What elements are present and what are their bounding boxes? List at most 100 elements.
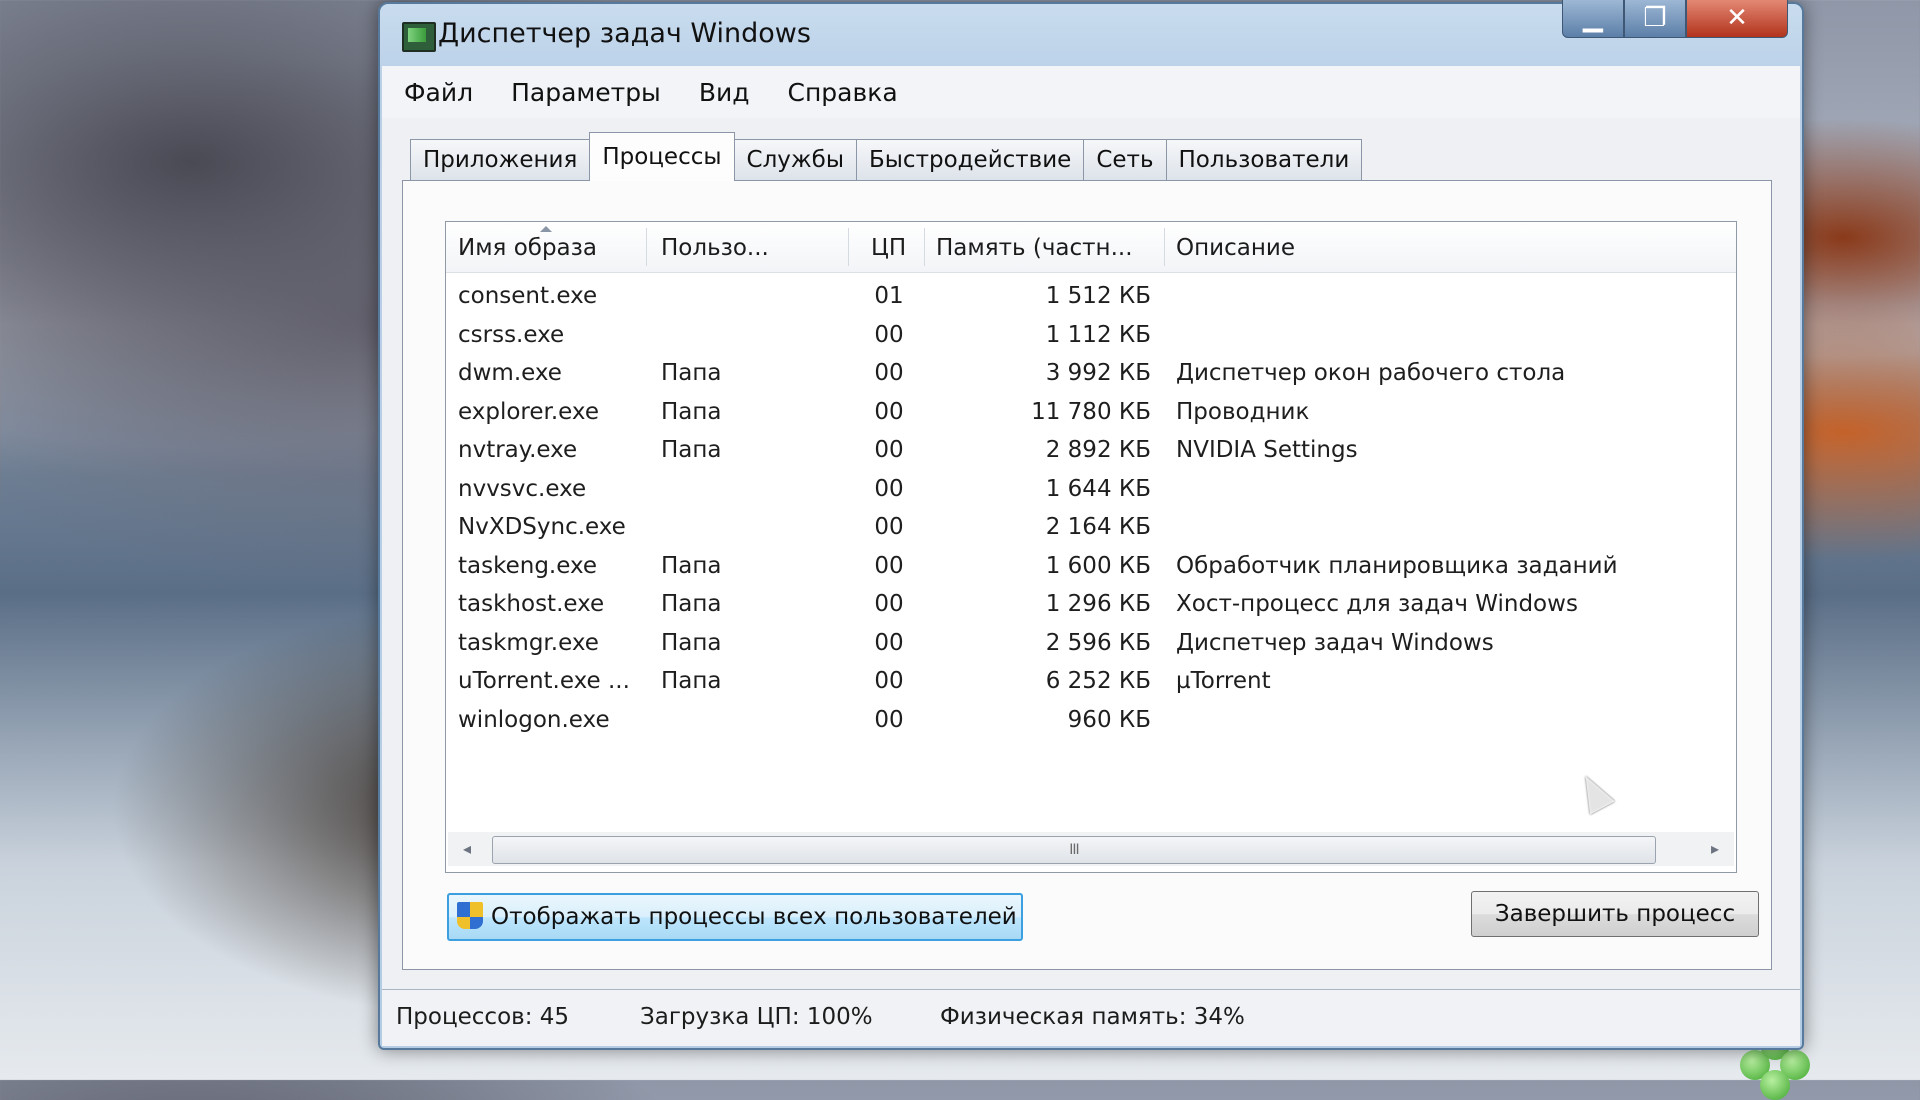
process-name: taskeng.exe — [458, 552, 598, 579]
task-manager-icon — [402, 22, 436, 52]
table-row[interactable]: dwm.exe Папа 00 3 992 КБ Диспетчер окон … — [446, 353, 1736, 392]
table-row[interactable]: uTorrent.exe ... Папа 00 6 252 КБ µTorre… — [446, 661, 1736, 700]
column-header-description[interactable]: Описание — [1176, 235, 1295, 261]
scrollbar-thumb[interactable]: III — [492, 836, 1656, 864]
column-divider[interactable] — [924, 228, 925, 266]
process-name: dwm.exe — [458, 360, 562, 386]
tab-strip: Приложения Процессы Службы Быстродействи… — [410, 132, 1363, 181]
process-user: Папа — [661, 552, 722, 579]
process-name: nvtray.exe — [458, 437, 578, 463]
horizontal-scrollbar[interactable]: ◂ III ▸ — [448, 832, 1734, 866]
maximize-button[interactable]: ❐ — [1624, 0, 1686, 38]
process-name: consent.exe — [458, 283, 598, 309]
process-description: Хост-процесс для задач Windows — [1176, 591, 1578, 617]
process-cpu: 00 — [874, 360, 904, 386]
menu-file[interactable]: Файл — [404, 78, 473, 107]
process-cpu: 00 — [874, 475, 904, 502]
sort-ascending-icon — [540, 226, 552, 232]
column-headers: Имя образа Пользо... ЦП Память (частн...… — [446, 222, 1736, 273]
status-bar: Процессов: 45 Загрузка ЦП: 100% Физическ… — [382, 989, 1800, 1046]
process-cpu: 00 — [874, 591, 904, 617]
process-name: NvXDSync.exe — [458, 514, 626, 540]
process-name: taskhost.exe — [458, 591, 605, 617]
column-header-user[interactable]: Пользо... — [661, 235, 769, 261]
client-area: Приложения Процессы Службы Быстродействи… — [382, 118, 1800, 990]
process-description: Обработчик планировщика заданий — [1176, 552, 1618, 579]
table-row[interactable]: nvtray.exe Папа 00 2 892 КБ NVIDIA Setti… — [446, 430, 1736, 469]
close-button[interactable]: ✕ — [1686, 0, 1788, 38]
table-row[interactable]: taskhost.exe Папа 00 1 296 КБ Хост-проце… — [446, 584, 1736, 623]
table-row[interactable]: nvvsvc.exe 00 1 644 КБ — [446, 469, 1736, 508]
minimize-button[interactable]: ▁ — [1562, 0, 1624, 38]
title-bar[interactable]: Диспетчер задач Windows ▁ ❐ ✕ — [380, 0, 1802, 64]
process-description: NVIDIA Settings — [1176, 437, 1358, 463]
tab-users[interactable]: Пользователи — [1165, 139, 1363, 180]
status-cpu-load: Загрузка ЦП: 100% — [640, 1004, 873, 1030]
process-name: uTorrent.exe ... — [458, 668, 630, 694]
process-memory: 3 992 КБ — [1045, 360, 1151, 386]
process-user: Папа — [661, 398, 722, 425]
table-row[interactable]: csrss.exe 00 1 112 КБ — [446, 315, 1736, 354]
table-row[interactable]: taskmgr.exe Папа 00 2 596 КБ Диспетчер з… — [446, 623, 1736, 662]
column-divider[interactable] — [1164, 228, 1165, 266]
process-cpu: 00 — [874, 514, 904, 540]
table-row[interactable]: taskeng.exe Папа 00 1 600 КБ Обработчик … — [446, 546, 1736, 585]
table-row[interactable]: consent.exe 01 1 512 КБ — [446, 276, 1736, 315]
menu-view[interactable]: Вид — [699, 78, 750, 107]
status-physical-memory: Физическая память: 34% — [940, 1004, 1245, 1030]
process-name: csrss.exe — [458, 321, 565, 348]
tab-processes[interactable]: Процессы — [589, 132, 735, 181]
process-user: Папа — [661, 668, 722, 694]
process-cpu: 00 — [874, 437, 904, 463]
process-cpu: 01 — [874, 283, 904, 309]
tab-applications[interactable]: Приложения — [410, 139, 591, 180]
menu-help[interactable]: Справка — [788, 78, 898, 107]
process-memory: 2 892 КБ — [1045, 437, 1151, 463]
process-cpu: 00 — [874, 668, 904, 694]
show-all-processes-button[interactable]: Отображать процессы всех пользователей — [447, 893, 1023, 941]
process-description: Диспетчер задач Windows — [1176, 629, 1494, 656]
process-description: µTorrent — [1176, 668, 1271, 694]
process-name: explorer.exe — [458, 398, 599, 425]
mouse-cursor-icon — [1573, 769, 1615, 815]
column-divider[interactable] — [848, 228, 849, 266]
process-memory: 1 644 КБ — [1045, 475, 1151, 502]
process-memory: 2 596 КБ — [1045, 629, 1151, 656]
process-memory: 6 252 КБ — [1045, 668, 1151, 694]
window-controls: ▁ ❐ ✕ — [1562, 0, 1788, 38]
tab-networking[interactable]: Сеть — [1083, 139, 1167, 180]
process-user: Папа — [661, 629, 722, 656]
table-row[interactable]: NvXDSync.exe 00 2 164 КБ — [446, 507, 1736, 546]
process-memory: 1 112 КБ — [1045, 321, 1151, 348]
table-row[interactable]: explorer.exe Папа 00 11 780 КБ Проводник — [446, 392, 1736, 431]
window-title: Диспетчер задач Windows — [438, 18, 811, 49]
scroll-right-icon[interactable]: ▸ — [1704, 838, 1726, 860]
process-user: Папа — [661, 360, 722, 386]
scroll-left-icon[interactable]: ◂ — [456, 838, 478, 860]
show-all-processes-label: Отображать процессы всех пользователей — [491, 904, 1017, 930]
process-memory: 2 164 КБ — [1045, 514, 1151, 540]
process-name: taskmgr.exe — [458, 629, 599, 656]
process-memory: 1 512 КБ — [1045, 283, 1151, 309]
process-rows: consent.exe 01 1 512 КБ csrss.exe 00 1 1… — [446, 276, 1736, 738]
process-cpu: 00 — [874, 552, 904, 579]
process-cpu: 00 — [874, 321, 904, 348]
column-header-cpu[interactable]: ЦП — [871, 235, 906, 261]
process-cpu: 00 — [874, 706, 904, 733]
process-user: Папа — [661, 591, 722, 617]
task-manager-window: Диспетчер задач Windows ▁ ❐ ✕ Файл Парам… — [378, 0, 1804, 1050]
uac-shield-icon — [457, 902, 483, 932]
process-memory: 1 600 КБ — [1045, 552, 1151, 579]
tab-performance[interactable]: Быстродействие — [855, 139, 1085, 180]
process-list[interactable]: Имя образа Пользо... ЦП Память (частн...… — [445, 221, 1737, 873]
table-row[interactable]: winlogon.exe 00 960 КБ — [446, 700, 1736, 739]
menu-options[interactable]: Параметры — [511, 78, 661, 107]
process-memory: 1 296 КБ — [1045, 591, 1151, 617]
column-divider[interactable] — [646, 228, 647, 266]
tab-services[interactable]: Службы — [733, 139, 857, 180]
end-process-button[interactable]: Завершить процесс — [1471, 891, 1759, 937]
column-header-image-name[interactable]: Имя образа — [458, 235, 597, 261]
status-process-count: Процессов: 45 — [396, 1004, 570, 1030]
column-header-memory[interactable]: Память (частн... — [936, 235, 1133, 261]
process-name: nvvsvc.exe — [458, 475, 587, 502]
